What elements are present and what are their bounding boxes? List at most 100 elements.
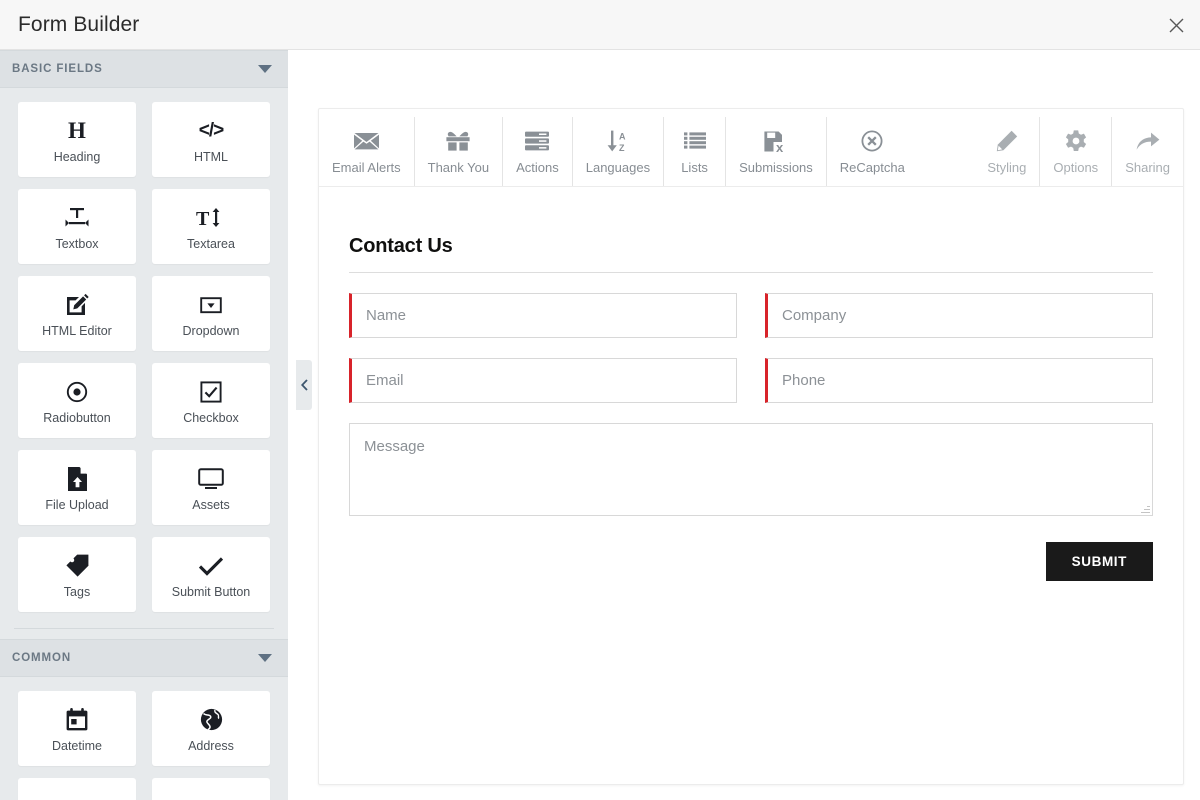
field-card-tags[interactable]: Tags [18, 537, 136, 612]
chevron-down-icon [258, 65, 272, 73]
gear-icon [1065, 128, 1087, 154]
tab-label: Email Alerts [332, 160, 401, 175]
fields-sidebar: BASIC FIELDS H Heading </> HTML Textbox … [0, 50, 288, 800]
sidebar-section-basic-fields[interactable]: BASIC FIELDS [0, 50, 288, 88]
form-row: Email Phone [349, 358, 1153, 403]
field-card-dropdown[interactable]: Dropdown [152, 276, 270, 351]
field-card-label: File Upload [45, 497, 109, 512]
save-x-icon: x [764, 128, 788, 154]
section-label: COMMON [12, 652, 72, 664]
tab-thank-you[interactable]: Thank You [413, 117, 502, 186]
field-placeholder: Company [782, 307, 847, 324]
field-card-label: Textarea [187, 236, 235, 251]
tab-label: Styling [987, 160, 1027, 175]
resize-grip-icon[interactable] [1140, 503, 1150, 513]
tab-label: Thank You [427, 160, 490, 175]
field-card-checkbox[interactable]: Checkbox [152, 363, 270, 438]
chevron-left-icon [300, 379, 308, 391]
field-card-textbox[interactable]: Textbox [18, 189, 136, 264]
field-card-label: Heading [53, 149, 101, 164]
server-icon [525, 128, 550, 154]
tab-languages[interactable]: A Z Languages [571, 117, 663, 186]
field-card-radiobutton[interactable]: Radiobutton [18, 363, 136, 438]
textbox-icon [65, 203, 89, 233]
tab-sharing[interactable]: Sharing [1111, 117, 1183, 186]
textarea-icon: T [196, 203, 226, 233]
field-card-label: Assets [192, 497, 230, 512]
chevron-down-icon [258, 654, 272, 662]
message-field[interactable]: Message [349, 423, 1153, 516]
svg-text:Z: Z [619, 143, 625, 152]
builder-toolbar: Email Alerts Thank You Actions A Z Langu… [319, 109, 1183, 187]
field-card-datetime[interactable]: Datetime [18, 691, 136, 766]
pencil-icon [996, 128, 1018, 154]
tab-submissions[interactable]: x Submissions [725, 117, 826, 186]
company-field[interactable]: Company [765, 293, 1153, 338]
form-col: Phone [765, 358, 1153, 403]
close-icon[interactable] [1160, 9, 1192, 41]
field-card-phone[interactable] [18, 778, 136, 800]
sidebar-section-common[interactable]: COMMON [0, 639, 288, 677]
form-builder-card: Email Alerts Thank You Actions A Z Langu… [318, 108, 1184, 785]
sidebar-divider [14, 628, 274, 629]
file-upload-icon [67, 464, 87, 494]
field-card-textarea[interactable]: T Textarea [152, 189, 270, 264]
tab-styling[interactable]: Styling [974, 117, 1039, 186]
field-placeholder: Phone [782, 372, 826, 389]
share-arrow-icon [1136, 128, 1160, 154]
radio-icon [66, 377, 88, 407]
builder-main-area: Email Alerts Thank You Actions A Z Langu… [288, 50, 1200, 800]
gift-icon [446, 128, 470, 154]
tab-actions[interactable]: Actions [502, 117, 572, 186]
field-card-assets[interactable]: Assets [152, 450, 270, 525]
sidebar-collapse-handle[interactable] [296, 360, 312, 410]
field-card-html-editor[interactable]: HTML Editor [18, 276, 136, 351]
field-placeholder: Name [366, 307, 407, 324]
pencil-square-icon [65, 290, 89, 320]
toolbar-secondary-group: Styling Options Sharing [974, 117, 1183, 186]
field-card-label: Radiobutton [43, 410, 111, 425]
field-card-heading[interactable]: H Heading [18, 102, 136, 177]
email-field[interactable]: Email [349, 358, 737, 403]
tab-label: Sharing [1125, 160, 1170, 175]
phone-field[interactable]: Phone [765, 358, 1153, 403]
field-card-label: Checkbox [183, 410, 239, 425]
tab-email-alerts[interactable]: Email Alerts [319, 117, 414, 186]
globe-icon [200, 705, 223, 735]
form-preview: Contact Us Name Company Email Phone Mess… [319, 187, 1183, 581]
tab-label: Languages [585, 160, 651, 175]
field-card-keyboard[interactable] [152, 778, 270, 800]
form-builder-app: Form Builder BASIC FIELDS H Heading </> … [0, 0, 1200, 800]
section-label: BASIC FIELDS [12, 63, 103, 75]
page-title: Form Builder [18, 12, 140, 36]
field-card-label: HTML [193, 149, 229, 164]
field-card-html[interactable]: </> HTML [152, 102, 270, 177]
name-field[interactable]: Name [349, 293, 737, 338]
field-placeholder: Message [364, 438, 425, 455]
sort-alpha-icon: A Z [606, 128, 630, 154]
field-card-label: Address [188, 738, 234, 753]
field-card-label: HTML Editor [42, 323, 112, 338]
field-card-label: Submit Button [171, 584, 251, 599]
submit-button[interactable]: SUBMIT [1045, 542, 1153, 581]
svg-text:T: T [196, 208, 210, 229]
code-icon: </> [198, 120, 225, 141]
tab-label: Options [1053, 160, 1099, 175]
tab-label: ReCaptcha [839, 160, 905, 175]
tab-recaptcha[interactable]: ReCaptcha [825, 117, 918, 186]
tab-label: Lists [681, 160, 708, 175]
form-heading: Contact Us [349, 235, 1153, 273]
tab-options[interactable]: Options [1039, 117, 1111, 186]
field-card-file-upload[interactable]: File Upload [18, 450, 136, 525]
tab-lists[interactable]: Lists [663, 117, 725, 186]
check-icon [198, 551, 224, 581]
window-titlebar: Form Builder [0, 0, 1200, 50]
sidebar-scroll-content: BASIC FIELDS H Heading </> HTML Textbox … [0, 50, 288, 800]
basic-fields-grid: H Heading </> HTML Textbox T Textarea HT… [0, 88, 288, 618]
field-card-address[interactable]: Address [152, 691, 270, 766]
monitor-icon [198, 464, 224, 494]
field-card-label: Datetime [51, 738, 103, 753]
svg-text:x: x [776, 140, 784, 152]
field-card-submit-button[interactable]: Submit Button [152, 537, 270, 612]
tab-label: Submissions [739, 160, 813, 175]
